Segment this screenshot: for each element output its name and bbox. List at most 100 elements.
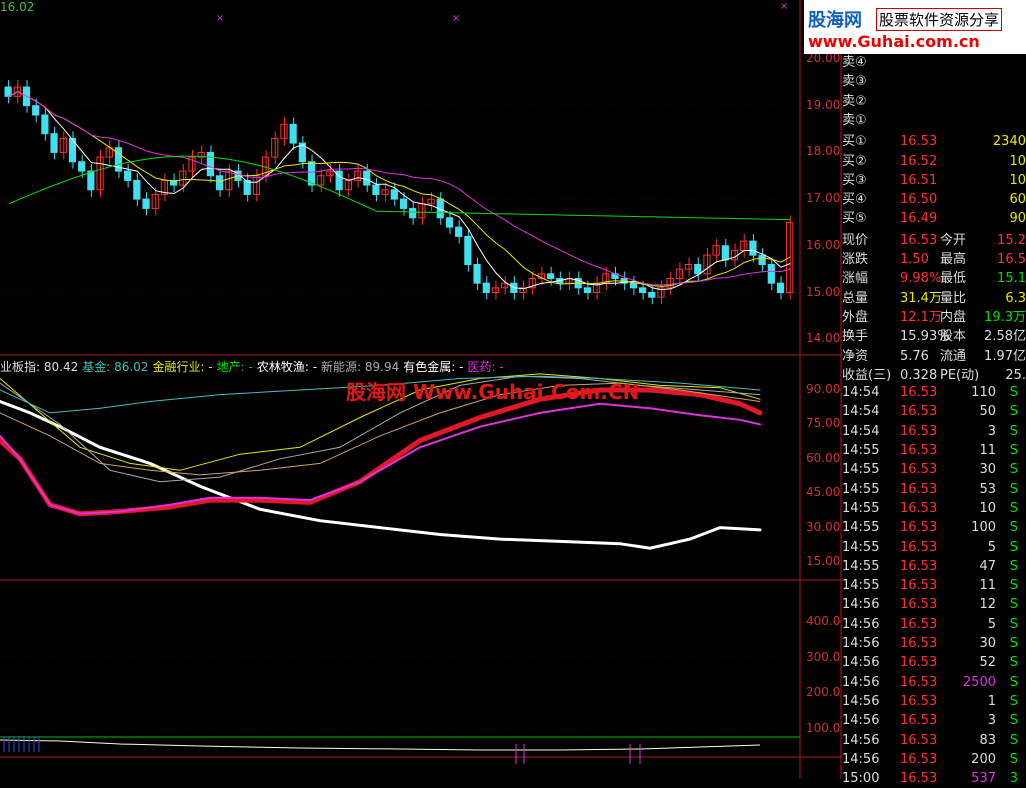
tick-row-cell: S: [1009, 751, 1018, 767]
indicator-tick: 75.00: [806, 416, 841, 431]
quote-row-cell: 16.5: [997, 252, 1026, 267]
tick-row-cell: 14:55: [842, 481, 880, 497]
candle-body: [142, 198, 150, 209]
buy-row-cell: 10: [1009, 153, 1026, 169]
tick-row-cell: S: [1009, 713, 1018, 729]
tick-row-cell: 53: [979, 481, 996, 497]
quote-row-cell: 流通: [940, 348, 967, 364]
candle-body: [638, 287, 647, 293]
buy-row: 买② 16.52 10: [842, 153, 1026, 171]
tick-row-cell: 15:00: [842, 771, 880, 787]
candle-body: [758, 254, 766, 265]
tick-row-cell: 5: [987, 539, 996, 555]
legend-item: 业板指: 80.42: [0, 360, 79, 374]
tick-row-cell: 16.53: [900, 693, 938, 709]
tick-row-cell: 16.53: [900, 443, 938, 458]
buy-row-cell: 买③: [842, 172, 867, 188]
quote-row-cell: 0.328: [900, 367, 938, 383]
quote-row: 外盘 12.1万 内盘 19.3万: [842, 309, 1026, 327]
quote-panel: 卖④ 卖③ 卖② 卖① 买① 16.53 2340 买② 16.52 10 买③ 16.51 10 买④ 1…: [842, 54, 1026, 786]
tick-row-cell: 5: [987, 616, 996, 632]
candle-body: [583, 287, 592, 293]
indicator-tick: 60.00: [806, 450, 841, 465]
candle-body: [289, 123, 297, 144]
candle-body: [427, 198, 435, 205]
tick-row: 14:54 16.53 3 S: [842, 423, 1026, 441]
tick-row: 14:56 16.53 200 S: [842, 751, 1026, 769]
quote-row: 现价 16.53 今开 15.2: [842, 232, 1026, 250]
tick-row-cell: S: [1009, 674, 1018, 690]
candle-body: [482, 282, 490, 294]
quote-row-cell: 涨跌: [842, 252, 869, 267]
tick-row: 14:56 16.53 3 S: [842, 712, 1026, 730]
tick-row-cell: S: [1009, 481, 1018, 497]
tick-row: 14:56 16.53 5 S: [842, 616, 1026, 634]
candle-body: [547, 273, 555, 279]
tick-row-cell: 16.53: [900, 462, 938, 478]
tick-row-cell: 16.53: [900, 597, 938, 613]
indicator-tick: 45.00: [806, 485, 841, 500]
tick-row: 14:55 16.53 5 S: [842, 539, 1026, 557]
quote-row-cell: 31.4万: [900, 290, 942, 306]
quote-row-cell: 16.53: [900, 232, 938, 248]
tick-row-cell: 30: [979, 462, 996, 478]
volume-tick: 200.0: [806, 685, 841, 700]
tick-row-cell: 14:56: [842, 597, 880, 613]
tick-row-cell: S: [1009, 616, 1018, 632]
candle-body: [455, 226, 463, 237]
tick-row-cell: 100: [971, 520, 996, 536]
tick-row-cell: S: [1009, 732, 1018, 748]
logo-brand: 股海网: [808, 10, 862, 31]
tick-row: 14:56 16.53 12 S: [842, 596, 1026, 614]
ma-line: [8, 91, 791, 286]
sell-row-cell: 卖④: [842, 55, 867, 70]
tick-row-cell: S: [1009, 462, 1018, 478]
quote-row: 净资 5.76 流通 1.97亿: [842, 348, 1026, 366]
legend-item: 金融行业: -: [152, 360, 213, 374]
logo-url: www.Guhai.com.cn: [808, 32, 980, 51]
tick-row: 14:55 16.53 47 S: [842, 558, 1026, 576]
tick-row-cell: 47: [979, 558, 996, 574]
buy-row-cell: 10: [1009, 172, 1026, 188]
tick-row-cell: 14:54: [842, 404, 880, 420]
candle-body: [703, 254, 711, 275]
tick-row-cell: 14:56: [842, 616, 880, 632]
indicator-tick: 90.00: [806, 382, 841, 396]
tick-row-cell: 16.53: [900, 481, 938, 497]
buy-row-cell: 2340: [992, 134, 1026, 150]
legend-item: 医药: -: [467, 360, 504, 374]
tick-row-cell: S: [1009, 520, 1018, 536]
candle-body: [445, 217, 454, 228]
tick-row-cell: 16.53: [900, 558, 938, 574]
tick-row-cell: 16.53: [900, 578, 938, 594]
buy-row-cell: 买④: [842, 192, 867, 208]
candle-body: [776, 282, 785, 294]
tick-row: 14:56 16.53 1 S: [842, 693, 1026, 711]
tick-row-cell: S: [1009, 655, 1018, 671]
candle-body: [409, 207, 417, 219]
quote-row-cell: 换手: [842, 329, 869, 345]
tick-row-cell: S: [1009, 385, 1018, 401]
tick-row-cell: S: [1009, 404, 1018, 420]
quote-row-cell: 15.1: [997, 271, 1026, 287]
candle-body: [59, 137, 67, 153]
quote-row-cell: 最低: [940, 271, 967, 287]
quote-row-cell: 股本: [940, 329, 967, 345]
quote-row-cell: 收益(三): [842, 367, 892, 383]
sell-row-cell: 卖③: [842, 74, 867, 90]
tick-row-cell: 10: [979, 500, 996, 516]
quote-row-cell: 内盘: [940, 309, 967, 325]
quote-row-cell: 1.97亿: [984, 348, 1026, 364]
candle-body: [648, 292, 656, 298]
tick-row: 14:56 16.53 52 S: [842, 654, 1026, 672]
candle-body: [666, 277, 674, 289]
buy-row: 买④ 16.50 60: [842, 191, 1026, 209]
quote-row-cell: 19.3万: [984, 309, 1026, 325]
tick-row: 14:55 16.53 11 S: [842, 577, 1026, 595]
tick-row-cell: 14:55: [842, 578, 880, 594]
marker-x: ×: [216, 13, 224, 24]
tick-row-cell: S: [1009, 578, 1018, 594]
ma-line: [8, 91, 791, 291]
price-tick: 19.00: [806, 97, 841, 112]
top-price-label: 16.02: [0, 0, 35, 14]
